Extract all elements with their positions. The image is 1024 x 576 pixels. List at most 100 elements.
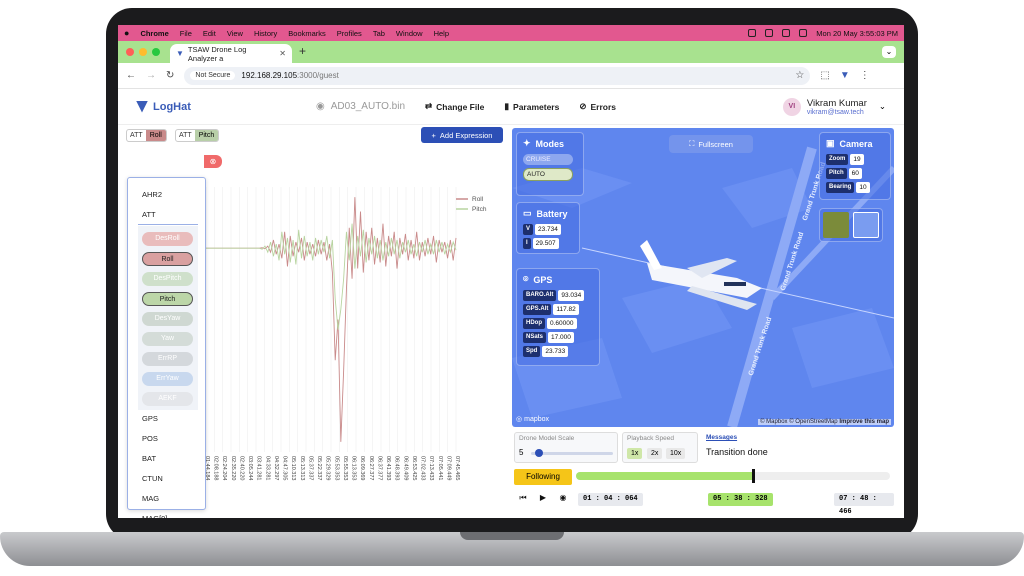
plus-icon: +: [431, 130, 436, 140]
extensions-icon[interactable]: ⬚: [820, 70, 829, 81]
field-pill-desroll[interactable]: DesRoll: [142, 232, 193, 246]
field-pill-despitch[interactable]: DesPitch: [142, 272, 193, 286]
x-tick-label: 06:09.369: [359, 456, 365, 480]
x-tick-label: 05:10.313: [290, 456, 296, 480]
mapbox-logo[interactable]: ◎ mapbox: [516, 415, 549, 424]
speed-2x-button[interactable]: 2x: [647, 448, 663, 459]
menu-app-name[interactable]: Chrome: [140, 29, 168, 38]
dropdown-group-ctun[interactable]: CTUN: [142, 474, 163, 483]
parameters-button[interactable]: ▮ Parameters: [504, 101, 559, 112]
bookmark-star-icon[interactable]: ☆: [795, 70, 804, 81]
field-pill-yaw[interactable]: Yaw: [142, 332, 193, 346]
app-logo[interactable]: LogHat: [136, 100, 286, 113]
wifi-icon[interactable]: [782, 29, 791, 37]
field-dropdown[interactable]: DesRoll Roll DesPitch Pitch DesYaw Yaw ErrRP Er…: [127, 177, 206, 518]
back-icon[interactable]: ←: [126, 70, 136, 81]
x-tick-label: 04:32.297: [273, 456, 279, 480]
eye-icon[interactable]: ◉: [316, 101, 325, 112]
reload-icon[interactable]: ↻: [166, 70, 174, 81]
dropdown-group-gps[interactable]: GPS: [142, 414, 158, 423]
not-secure-badge[interactable]: Not Secure: [190, 71, 236, 80]
dropdown-group-bat[interactable]: BAT: [142, 454, 156, 463]
menu-item-bookmarks[interactable]: Bookmarks: [288, 29, 326, 38]
menu-item-window[interactable]: Window: [396, 29, 423, 38]
location-pin-icon: ⌾: [523, 274, 529, 284]
battery-icon[interactable]: [799, 29, 808, 37]
menu-item-view[interactable]: View: [227, 29, 243, 38]
user-menu[interactable]: VI Vikram Kumar vikram@tsaw.tech ⌄: [782, 97, 886, 116]
browser-tab[interactable]: ▼ TSAW Drone Log Analyzer a ✕: [170, 44, 292, 63]
extension-logo-icon[interactable]: ▼: [840, 70, 850, 81]
gps-key: BARO.Alt: [523, 290, 557, 301]
omnibox[interactable]: Not Secure 192.168.29.105:3000/guest ☆: [184, 66, 811, 85]
field-pill-errrp[interactable]: ErrRP: [142, 352, 193, 366]
series-chip-roll[interactable]: ATT Roll: [126, 129, 167, 142]
mode-auto[interactable]: AUTO: [523, 168, 573, 181]
close-icon[interactable]: ⊗: [204, 155, 222, 168]
status-icon[interactable]: [748, 29, 757, 37]
street-thumbnail[interactable]: [853, 212, 879, 238]
skip-back-icon[interactable]: ⏮: [516, 491, 530, 505]
menu-item-edit[interactable]: Edit: [203, 29, 216, 38]
scale-slider[interactable]: [531, 452, 613, 455]
gps-panel: ⌾ GPS BARO.Alt 93.034 GPS.Alt 117.82 HDop 0.60…: [516, 268, 600, 366]
tab-search-button[interactable]: ⌄: [882, 46, 896, 58]
speed-label: Playback Speed: [627, 435, 674, 442]
field-pill-roll[interactable]: Roll: [142, 252, 193, 266]
speed-10x-button[interactable]: 10x: [666, 448, 686, 459]
dropdown-group-mag[interactable]: MAG: [142, 494, 159, 503]
message-text: Transition done: [706, 447, 768, 457]
field-pill-aekf[interactable]: AEKF: [142, 392, 193, 406]
scale-slider-handle[interactable]: [535, 449, 543, 457]
status-icon[interactable]: [765, 29, 774, 37]
gps-key: GPS.Alt: [523, 304, 552, 315]
improve-map-link[interactable]: Improve this map: [839, 419, 889, 425]
menu-datetime[interactable]: Mon 20 May 3:55:03 PM: [816, 29, 898, 38]
fullscreen-button[interactable]: ⛶ Fullscreen: [669, 135, 753, 153]
gps-row: HDop 0.60000: [523, 318, 599, 329]
errors-icon: ⊘: [579, 101, 587, 111]
add-expression-button[interactable]: + Add Expression: [421, 127, 503, 143]
x-tick-label: 06:37.377: [376, 456, 382, 480]
forward-icon[interactable]: →: [146, 70, 156, 81]
dropdown-group-att[interactable]: ATT: [142, 210, 156, 219]
tab-close-icon[interactable]: ✕: [279, 49, 286, 58]
menu-item-profiles[interactable]: Profiles: [337, 29, 362, 38]
x-tick-label: 03:05.244: [247, 456, 253, 480]
field-pill-erryaw[interactable]: ErrYaw: [142, 372, 193, 386]
minimize-window-button[interactable]: [139, 48, 147, 56]
close-window-button[interactable]: [126, 48, 134, 56]
new-tab-button[interactable]: +: [299, 44, 306, 58]
errors-button[interactable]: ⊘ Errors: [579, 101, 616, 112]
apple-icon[interactable]: ●: [124, 28, 129, 38]
record-icon[interactable]: ◉: [556, 491, 570, 505]
menu-item-tab[interactable]: Tab: [373, 29, 385, 38]
maximize-window-button[interactable]: [152, 48, 160, 56]
logo-text: LogHat: [153, 100, 191, 113]
timeline-progress: [576, 472, 752, 480]
dropdown-group-ahr2[interactable]: AHR2: [142, 190, 162, 199]
field-pill-pitch[interactable]: Pitch: [142, 292, 193, 306]
play-icon[interactable]: ▶: [536, 491, 550, 505]
following-toggle[interactable]: Following: [514, 469, 572, 485]
timeline-track[interactable]: [576, 472, 890, 480]
change-file-button[interactable]: ⇄ Change File: [425, 101, 484, 112]
menu-item-history[interactable]: History: [254, 29, 277, 38]
field-pill-desyaw[interactable]: DesYaw: [142, 312, 193, 326]
series-chip-pitch[interactable]: ATT Pitch: [175, 129, 220, 142]
current-time: 05 : 38 : 328: [708, 493, 773, 506]
map-attribution: © Mapbox © OpenStreetMap Improve this ma…: [758, 419, 891, 425]
x-tick-label: 06:41.393: [385, 456, 391, 480]
menu-item-help[interactable]: Help: [434, 29, 449, 38]
x-tick-label: 02:24.204: [221, 456, 227, 480]
satellite-thumbnail[interactable]: [823, 212, 849, 238]
timeline-handle[interactable]: [751, 469, 755, 483]
messages-link[interactable]: Messages: [706, 434, 737, 441]
mode-cruise[interactable]: CRUISE: [523, 154, 573, 165]
browser-menu-icon[interactable]: ⋮: [860, 70, 870, 81]
menu-item-file[interactable]: File: [180, 29, 192, 38]
speed-1x-button[interactable]: 1x: [627, 448, 643, 459]
dropdown-group-mag0[interactable]: MAG[0]: [142, 514, 167, 518]
dropdown-group-pos[interactable]: POS: [142, 434, 158, 443]
map-view[interactable]: Grand Trunk Road Grand Trunk Road Grand …: [512, 128, 894, 427]
